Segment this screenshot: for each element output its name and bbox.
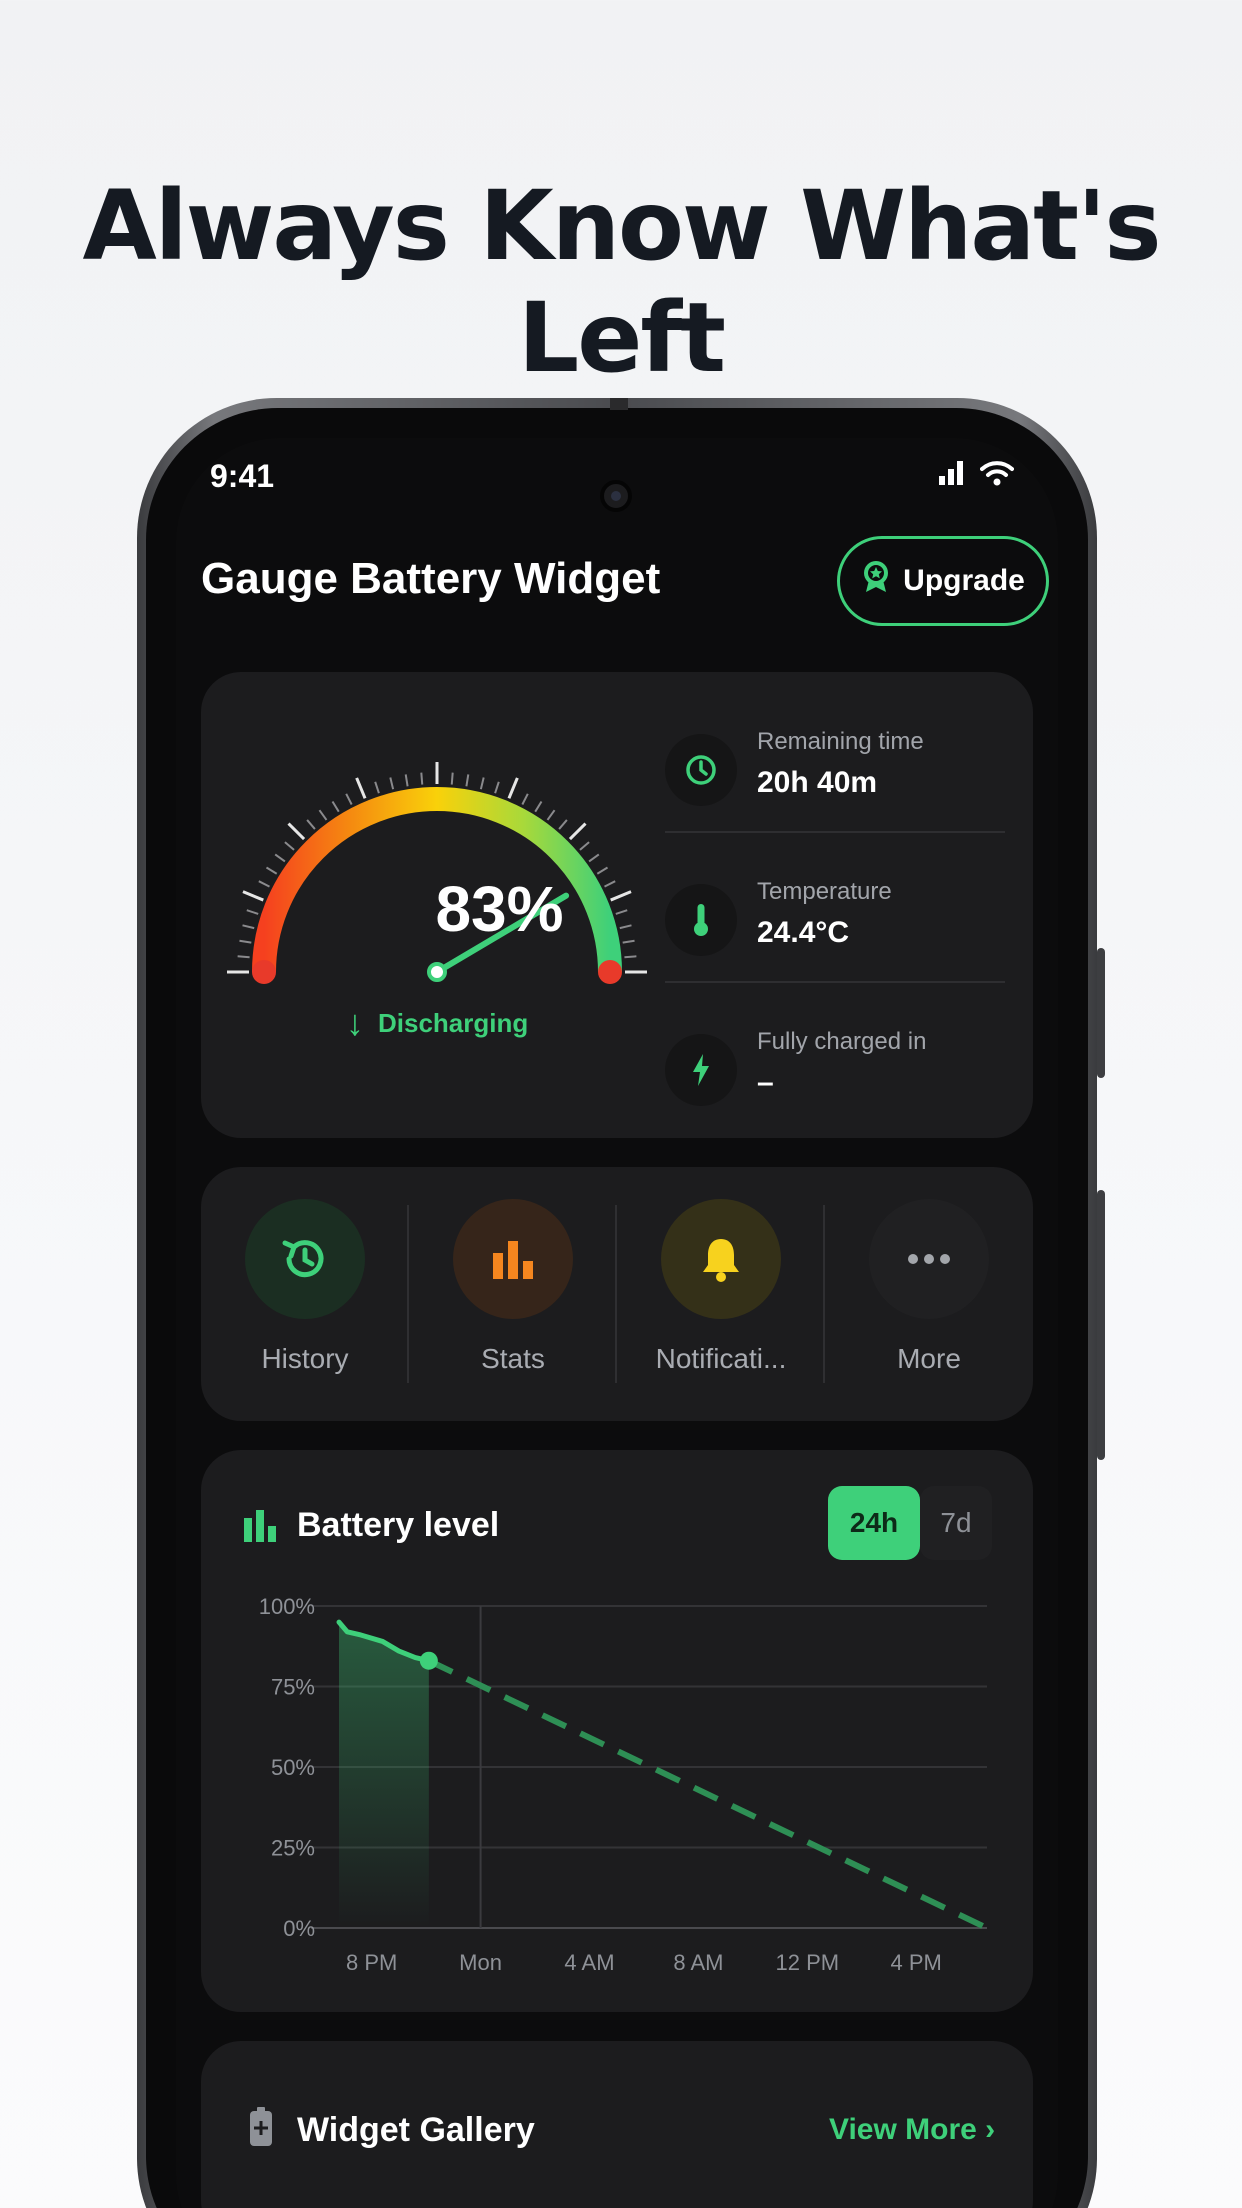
gauge-tick	[258, 880, 270, 888]
lightning-icon	[665, 1034, 737, 1106]
gauge-tick	[450, 772, 454, 785]
gauge-tick	[345, 793, 353, 805]
upgrade-label: Upgrade	[903, 564, 1025, 597]
gauge-tick	[389, 777, 395, 790]
y-tick-label: 0%	[283, 1916, 315, 1941]
clock-icon	[665, 734, 737, 806]
x-tick-label: 12 PM	[776, 1950, 840, 1975]
divider	[665, 831, 1005, 833]
projection-line	[427, 1658, 989, 1931]
x-tick-label: 8 AM	[673, 1950, 723, 1975]
front-camera	[600, 480, 632, 512]
stat-label: Temperature	[757, 878, 892, 905]
antenna-line	[610, 398, 628, 410]
y-tick-label: 50%	[271, 1755, 315, 1780]
history-icon	[245, 1199, 365, 1319]
more-action[interactable]: More	[825, 1167, 1033, 1421]
stat-label: Remaining time	[757, 728, 924, 755]
action-label: Stats	[481, 1343, 545, 1374]
widget-gallery-card: Widget Gallery View More ›	[201, 2041, 1033, 2208]
gauge-tick	[479, 777, 485, 790]
gauge-tick	[331, 800, 340, 813]
battery-icon	[249, 2107, 273, 2152]
gauge-tick	[265, 866, 278, 875]
battery-level-chart: 0% 25% 50% 75% 100% 8 PM Mon 4 AM 8 AM 12 PM 4 PM	[259, 1594, 989, 1975]
page-headline: Always Know What's Left	[82, 170, 1161, 394]
x-tick-label: 4 AM	[564, 1950, 614, 1975]
gauge-tick	[274, 853, 286, 863]
upgrade-button[interactable]: Upgrade	[837, 536, 1049, 626]
notifications-action[interactable]: Notificati...	[617, 1167, 825, 1421]
gauge-tick	[237, 955, 250, 959]
history-action[interactable]: History	[201, 1167, 409, 1421]
gauge-tick	[546, 809, 556, 821]
gauge-tick	[534, 800, 543, 813]
charging-status-label: Discharging	[378, 1007, 529, 1038]
gauge-tick	[568, 822, 587, 841]
action-label: Notificati...	[655, 1343, 787, 1374]
thermometer-icon	[665, 884, 737, 956]
gauge-tick	[579, 841, 590, 851]
x-tick-label: Mon	[459, 1950, 502, 1975]
battery-gauge-card: 83% ↓ Discharging Remaining time 20h 40m…	[201, 672, 1033, 1138]
gauge-tick	[588, 853, 600, 863]
gauge-tick	[404, 774, 409, 787]
app-title: Gauge Battery Widget	[201, 554, 661, 603]
gauge-tick	[239, 939, 252, 944]
x-tick-label: 8 PM	[346, 1950, 397, 1975]
gauge-tick	[420, 772, 424, 785]
gauge-tick	[465, 774, 470, 787]
gauge-tick	[246, 909, 259, 915]
stat-label: Fully charged in	[757, 1028, 927, 1055]
gauge-tick	[624, 955, 637, 959]
stat-value: –	[757, 1066, 774, 1099]
battery-level-card: Battery level 24h 7d 0% 25% 50% 75% 100% 8 PM…	[201, 1450, 1033, 2012]
award-icon	[861, 560, 891, 602]
gauge-tick	[242, 924, 255, 930]
gauge-tick	[284, 841, 295, 851]
divider	[665, 981, 1005, 983]
stat-value: 24.4°C	[757, 916, 850, 949]
y-tick-label: 100%	[259, 1594, 315, 1619]
gauge-tick	[494, 781, 500, 794]
more-dots-icon	[869, 1199, 989, 1319]
stat-value: 20h 40m	[757, 766, 878, 799]
y-tick-label: 25%	[271, 1836, 315, 1861]
battery-percent: 83%	[435, 873, 564, 945]
status-time: 9:41	[210, 458, 275, 494]
action-label: More	[897, 1343, 961, 1374]
volume-button	[1097, 948, 1105, 1078]
status-icons	[938, 460, 1014, 491]
gauge-tick	[287, 822, 306, 841]
wifi-icon	[980, 460, 1014, 491]
bell-icon	[661, 1199, 781, 1319]
gauge-tick	[619, 924, 632, 930]
bar-chart-icon	[453, 1199, 573, 1319]
gauge-tick	[558, 819, 568, 830]
series-area	[339, 1622, 429, 1928]
gauge-tick	[242, 890, 264, 902]
gauge-tick	[355, 777, 367, 799]
charging-status: ↓ Discharging	[346, 1002, 528, 1044]
quick-actions-card: History Stats Notificati... More	[201, 1167, 1033, 1421]
gauge-tick	[622, 939, 635, 944]
gauge-tick	[507, 777, 519, 799]
gauge-tick	[521, 793, 529, 805]
gallery-title: Widget Gallery	[297, 2111, 535, 2149]
down-arrow-icon: ↓	[346, 1002, 364, 1043]
gauge-tick	[374, 781, 380, 794]
signal-icon	[938, 460, 964, 491]
action-label: History	[261, 1343, 349, 1374]
view-more-link[interactable]: View More ›	[829, 2113, 995, 2147]
gauge-tick	[306, 819, 316, 830]
gauge-tick	[318, 809, 328, 821]
stats-action[interactable]: Stats	[409, 1167, 617, 1421]
current-level-marker	[419, 1651, 438, 1670]
x-tick-label: 4 PM	[891, 1950, 942, 1975]
power-button	[1097, 1190, 1105, 1460]
y-tick-label: 75%	[271, 1675, 315, 1700]
